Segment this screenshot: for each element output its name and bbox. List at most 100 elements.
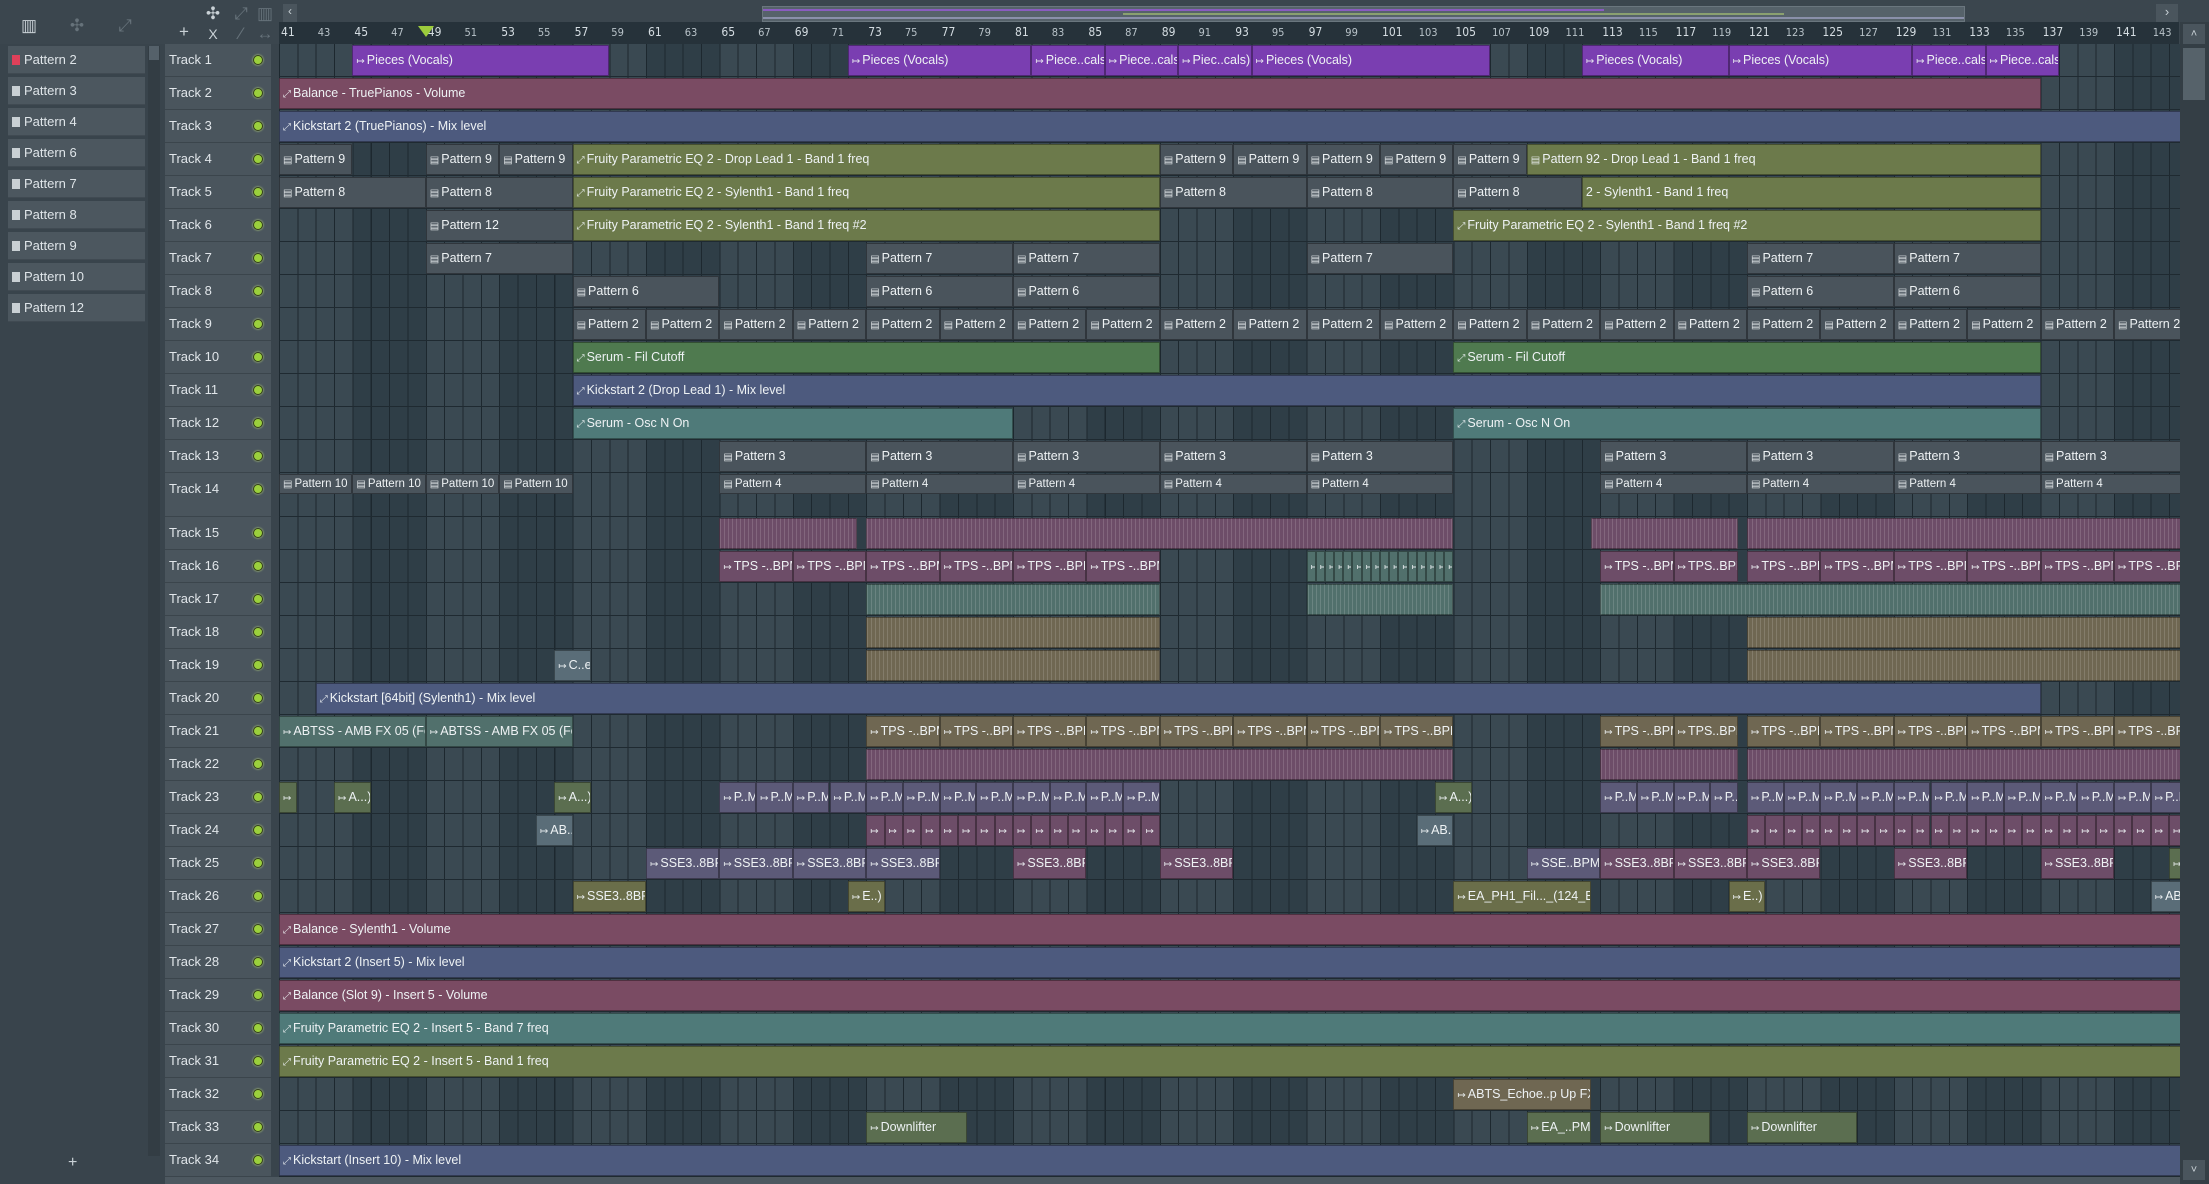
playlist-clip[interactable]: ↦ bbox=[1407, 551, 1417, 582]
playlist-clip[interactable]: ↦ bbox=[2169, 815, 2180, 846]
playlist-clip[interactable]: ↦TPS -..BPM) bbox=[939, 716, 1013, 747]
playlist-clip[interactable]: ↦ bbox=[1838, 815, 1858, 846]
track-mute-led[interactable] bbox=[253, 561, 263, 571]
playlist-clip[interactable]: ↦ bbox=[1948, 815, 1968, 846]
playlist-clip[interactable]: ▤ Pattern 10 bbox=[425, 474, 500, 494]
playlist-clip[interactable]: ⤢ Fruity Parametric EQ 2 - Sylenth1 - Ban… bbox=[1453, 210, 2041, 241]
playlist-clip[interactable]: ↦ bbox=[2169, 848, 2180, 879]
playlist-clip[interactable]: ↦P..M bbox=[1930, 782, 1968, 813]
playlist-clip[interactable]: ↦P..M bbox=[756, 782, 793, 813]
playlist-clip[interactable]: ▤ Pattern 2 bbox=[1673, 309, 1747, 340]
playlist-clip[interactable]: ⤢ Serum - Fil Cutoff bbox=[572, 342, 1160, 373]
playlist-clip[interactable]: ↦ bbox=[1361, 551, 1371, 582]
playhead-marker[interactable] bbox=[417, 26, 434, 37]
collapse-button[interactable]: ‹ bbox=[283, 4, 297, 22]
track-lane[interactable]: ▤ Pattern 3 ▤ Pattern 3 ▤ Pattern 3 ▤ Pattern 3… bbox=[279, 440, 2180, 473]
track-lane[interactable]: ⤢ Kickstart 2 (TruePianos) - Mix level bbox=[279, 110, 2180, 143]
track-mute-led[interactable] bbox=[253, 187, 263, 197]
playlist-clip[interactable]: ▤ Pattern 9 bbox=[279, 144, 353, 175]
track-lane[interactable]: ▤ Pattern 9 ▤ Pattern 9 ▤ Pattern 9 ⤢ Fruity Pa… bbox=[279, 143, 2180, 176]
playlist-clip[interactable]: ⤢ Fruity Parametric EQ 2 - Insert 5 - Ban… bbox=[279, 1013, 2180, 1044]
pattern-picker-item[interactable]: Pattern 7 bbox=[8, 170, 145, 198]
playlist-clip[interactable]: ↦P..M bbox=[1783, 782, 1821, 813]
track-mute-led[interactable] bbox=[253, 286, 263, 296]
playlist-clip[interactable]: ▤ Pattern 3 bbox=[1600, 441, 1747, 472]
playlist-clip[interactable]: ▤ Pattern 4 bbox=[1600, 474, 1747, 494]
track-lane[interactable]: ▤ Pattern 10 ▤ Pattern 10 ▤ Pattern 10 ▤ Patter… bbox=[279, 473, 2180, 517]
track-lane[interactable]: ↦ABTS_Echoe..p Up FX 03 bbox=[279, 1078, 2180, 1111]
add-pattern-button[interactable]: + bbox=[68, 1154, 77, 1172]
playlist-clip[interactable]: ▤ Pattern 2 bbox=[646, 309, 720, 340]
playlist-clip[interactable]: ↦ bbox=[1104, 815, 1124, 846]
playlist-clip[interactable]: ↦TPS -..BPM) bbox=[939, 551, 1013, 582]
playlist-clip[interactable]: ▤ Pattern 12 bbox=[425, 210, 573, 241]
playlist-clip[interactable]: ↦P..M bbox=[1086, 782, 1124, 813]
playlist-clip[interactable]: ↦SSE3..8BPM bbox=[1600, 848, 1674, 879]
track-mute-led[interactable] bbox=[253, 990, 263, 1000]
picker-scroll-thumb[interactable] bbox=[149, 46, 159, 60]
playlist-clip[interactable]: ↦SSE3..8BPM bbox=[1159, 848, 1234, 879]
track-lane[interactable]: ⤢ Kickstart 2 (Insert 5) - Mix level bbox=[279, 946, 2180, 979]
playlist-clip[interactable]: ↦TPS -..BPM) bbox=[1233, 716, 1307, 747]
track-lane[interactable]: ▤ Pattern 7 ▤ Pattern 7 ▤ Pattern 7 ▤ Pattern 7… bbox=[279, 242, 2180, 275]
playlist-clip[interactable]: ↦SSE3..8BPM bbox=[2040, 848, 2114, 879]
playlist-clip[interactable]: ↦P..M bbox=[2003, 782, 2041, 813]
playlist-clip[interactable]: ↦P..M bbox=[1893, 782, 1931, 813]
playlist-clip[interactable]: ↦P..M bbox=[1967, 782, 2004, 813]
playlist-clip[interactable]: ↦TPS -..BPM) bbox=[1747, 551, 1821, 582]
track-header[interactable]: Track 11 bbox=[165, 374, 271, 407]
playlist-clip[interactable]: ↦TPS -..BPM) bbox=[719, 551, 793, 582]
playlist-clip[interactable]: ↦ bbox=[2132, 815, 2151, 846]
track-header[interactable]: Track 26 bbox=[165, 880, 271, 913]
playlist-clip[interactable]: ↦ bbox=[1370, 551, 1380, 582]
playlist-clip[interactable]: ⤢ Balance (Slot 9) - Insert 5 - Volume bbox=[279, 980, 2180, 1011]
playlist-clip[interactable]: ↦SSE3..8BPM bbox=[1673, 848, 1747, 879]
playlist-clip[interactable]: ↦ bbox=[1352, 551, 1362, 582]
playlist-clip[interactable] bbox=[1747, 617, 2180, 648]
track-mute-led[interactable] bbox=[253, 484, 263, 494]
playlist-clip[interactable]: ↦SSE3..8BPM bbox=[646, 848, 720, 879]
track-mute-led[interactable] bbox=[253, 858, 263, 868]
playlist-clip[interactable]: ↦TPS -..BPM) bbox=[1013, 716, 1087, 747]
track-header[interactable]: Track 24 bbox=[165, 814, 271, 847]
picker-scrollbar[interactable] bbox=[148, 46, 160, 1156]
track-header[interactable]: Track 29 bbox=[165, 979, 271, 1012]
track-lane[interactable]: ↦ Downlifter ↦ EA_..PM) ↦ Downlifter ↦ Downlift… bbox=[279, 1111, 2180, 1144]
playlist-clip[interactable]: ↦EA_PH1_Fil..._(124_BPM) bbox=[1453, 881, 1592, 912]
playlist-clip[interactable]: ⤢ Kickstart 2 (TruePianos) - Mix level bbox=[279, 111, 2180, 142]
playlist-clip[interactable]: ↦SSE3..8BPM bbox=[1747, 848, 1821, 879]
track-mute-led[interactable] bbox=[253, 451, 263, 461]
cut-button[interactable]: X bbox=[200, 22, 226, 46]
playlist-clip[interactable]: ↦TPS -..BPM) bbox=[1013, 551, 1087, 582]
playlist-clip[interactable]: ↦P..M bbox=[1013, 782, 1050, 813]
playlist-clip[interactable]: ↦ bbox=[884, 815, 903, 846]
playlist-clip[interactable]: ↦ bbox=[1334, 551, 1344, 582]
track-mute-led[interactable] bbox=[253, 792, 263, 802]
playlist-clip[interactable] bbox=[866, 650, 1160, 681]
playlist-clip[interactable]: ▤ Pattern 7 bbox=[425, 243, 573, 274]
track-header[interactable]: Track 22 bbox=[165, 748, 271, 781]
track-mute-led[interactable] bbox=[253, 1056, 263, 1066]
playlist-clip[interactable]: ↦ bbox=[1389, 551, 1399, 582]
playlist-clip[interactable]: ↦ Downlifter bbox=[866, 1112, 968, 1143]
playlist-clip[interactable] bbox=[719, 518, 858, 549]
track-lane[interactable]: ↦ Pieces (Vocals) ↦ Pieces (Vocals) ↦ Piece..… bbox=[279, 44, 2180, 77]
playlist-clip[interactable]: ▤ Pattern 2 bbox=[792, 309, 867, 340]
playlist-clip[interactable]: ▤ Pattern 2 bbox=[1893, 309, 1968, 340]
playlist-clip[interactable]: ▤ Pattern 92 - Drop Lead 1 - Band 1 freq bbox=[1526, 144, 2041, 175]
playlist-clip[interactable]: ▤ Pattern 10 bbox=[352, 474, 426, 494]
playlist-clip[interactable]: ▤ Pattern 6 bbox=[1013, 276, 1160, 307]
playlist-clip[interactable]: ▤ Pattern 2 bbox=[1159, 309, 1234, 340]
playlist-clip[interactable]: ↦ bbox=[1380, 551, 1390, 582]
playlist-clip[interactable]: ↦P..M bbox=[719, 782, 757, 813]
playlist-clip[interactable]: ▤ Pattern 6 bbox=[866, 276, 1013, 307]
playlist-clip[interactable]: ▤ Pattern 9 bbox=[1380, 144, 1454, 175]
playlist-clip[interactable]: ↦ Pieces (Vocals) bbox=[847, 45, 1032, 76]
playlist-clip[interactable]: ↦TPS -..BPM) bbox=[866, 551, 940, 582]
playlist-clip[interactable]: 2 - Sylenth1 - Band 1 freq bbox=[1581, 177, 2041, 208]
playlist-clip[interactable]: ▤ Pattern 2 bbox=[939, 309, 1013, 340]
track-header[interactable]: Track 5 bbox=[165, 176, 271, 209]
playlist-clip[interactable]: ↦TPS..BPM) bbox=[1673, 551, 1738, 582]
horizontal-scrollbar[interactable] bbox=[165, 1177, 2180, 1184]
playlist-clip[interactable]: ↦P..M bbox=[1747, 782, 1784, 813]
